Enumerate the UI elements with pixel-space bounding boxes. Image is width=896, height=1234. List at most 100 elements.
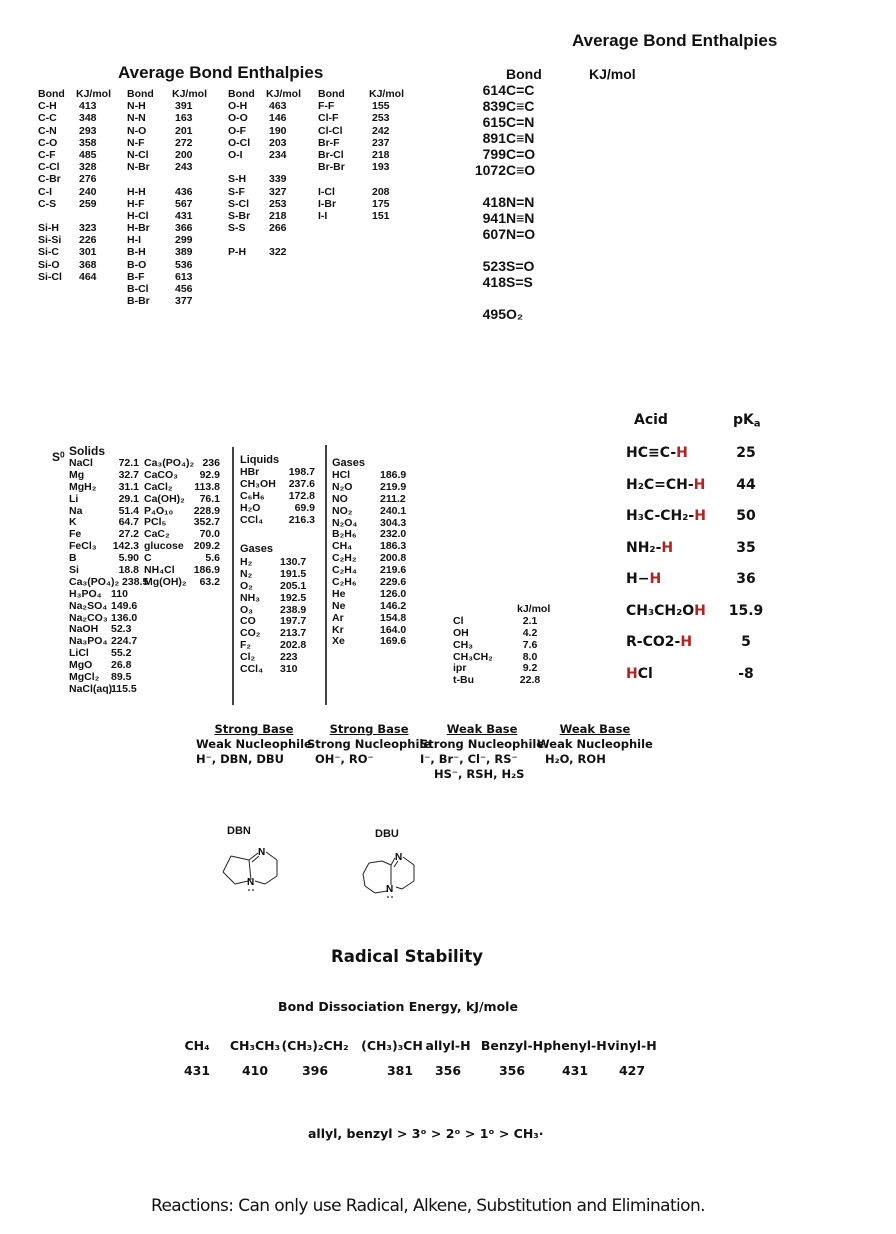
table-row: Li 29.1 Ca(OH)₂ 76.1 [69,492,229,506]
base-strength-heading: Strong Base [329,722,409,736]
entropy-value: 113.8 [194,480,220,493]
entropy-value: 219.9 [380,480,407,493]
entropy-value: 191.5 [280,567,307,580]
header-bond: Bond [318,88,345,100]
header-acid: Acid [634,412,668,428]
bond-value: 301 [79,246,97,259]
acid-formula: HC≡C-H [626,445,688,461]
bond-value: 323 [79,222,97,235]
bond-name: H-Br [127,222,150,235]
bond-name: O-I [228,148,243,161]
solids-block: NaCl 72.1 Ca₃(PO₄)₂ 236 Mg 32.7 CaCO₃ 92.9 MgH₂ 3… [69,457,229,696]
acidic-hydrogen: H [661,539,674,556]
bond-value: 293 [79,124,97,137]
dbn-label: DBN [227,825,251,837]
bond-value: 536 [175,258,193,271]
table-row: O₂ 205.1 [240,579,320,593]
bond-name: C-I [38,185,52,198]
bond-name: Si-O [38,258,60,271]
table-row: C₆H₆ 172.8 [240,490,320,503]
bond-name: Si-Cl [38,270,62,283]
acid-formula: NH₂-H [626,539,674,556]
bond-value: 276 [79,173,97,186]
acidic-hydrogen: H [694,602,706,619]
species: H₃PO₄ [69,587,102,600]
substituent: t-Bu [453,674,474,687]
bond-name: C-O [38,136,58,149]
bond-name: O-H [228,100,248,113]
solids-label: Solids [69,444,106,458]
species: CaCO₃ [144,468,179,481]
lone-pair-dot [248,889,250,891]
species: Ne [332,599,346,612]
bond-name: O-O [228,112,248,125]
gases-block: H₂ 130.7 N₂ 191.5 O₂ 205.1 NH₃ 192.5 O₃ 238.9 CO 19… [240,556,320,676]
table-row: Mg 32.7 CaCO₃ 92.9 [69,468,229,482]
bond-name: N≡N [506,210,535,226]
table-row: CCl₄ 216.3 [240,514,320,527]
table-row: NO 211.2 [332,493,417,506]
bond-name: Si-H [38,222,59,235]
bond-name: I-Cl [318,185,335,198]
substituent: Cl [453,614,464,627]
bond-value: 243 [175,161,193,174]
bond-name: S-S [228,222,246,235]
table-row: He 126.0 [332,588,417,601]
bond-value: 226 [79,234,97,247]
base-nucleophile-column: Weak Base Weak Nucleophile H₂O, ROH [537,722,653,767]
example-species: HS⁻, RSH, H₂S [434,767,525,781]
nucleophile-strength: Strong Nucleophile [420,737,545,751]
pka-value: 25 [736,445,756,461]
bond-name: H-F [127,197,145,210]
bond-value: 201 [175,124,193,137]
bde-value: 427 [618,1063,646,1078]
table-row: NH₃ 192.5 [240,592,320,605]
dbu-atom-n1: N [395,852,402,863]
bond-name: P-H [228,246,247,259]
entropy-symbol-letter: S [52,450,61,464]
bond-name: N-O [127,124,147,137]
bond-name: C≡C [506,98,535,114]
table-row: Xe 169.6 [332,636,417,648]
energy-value: 22.8 [519,674,541,687]
acidic-hydrogen: H [626,665,638,682]
table-row: NaCl(aq) 115.5 [69,682,229,696]
energy-value: 7.6 [522,638,538,651]
substituent: CH₃ [453,638,474,651]
bond-value: 495 [482,306,506,322]
bond-value: 463 [269,100,287,113]
bond-value: 253 [269,197,287,210]
entropy-value: 115.5 [111,682,137,695]
table-row: LiCl 55.2 [69,647,229,660]
bond-value: 941 [482,210,506,226]
species: Mg(OH)₂ [144,575,187,588]
entropy-value: 205.1 [280,579,307,592]
table-row: H₃PO₄ 110 [69,587,229,601]
species: CaCl₂ [144,480,173,493]
bond-value: 891 [482,130,506,146]
bond-name: C≡N [506,130,535,146]
example-species: H⁻, DBN, DBU [196,752,285,766]
pka-value: 36 [736,571,756,587]
header-bond: Bond [127,88,154,100]
header-value: KJ/mol [589,66,636,82]
nucleophile-strength: Strong Nucleophile [307,737,432,751]
table-row: Na₃PO₄ 224.7 [69,635,229,648]
acidic-hydrogen: H [694,508,706,524]
entropy-value: 69.9 [294,501,315,514]
header-pka-sub: a [753,418,761,430]
header-pka: pKa [733,412,761,430]
bond-value: 203 [269,136,287,149]
bond-name: N=O [506,226,536,242]
lone-pair-dot [252,889,254,891]
base-strength-heading: Weak Base [446,722,518,736]
bond-name: S=S [506,274,533,290]
bond-name: N=N [506,194,535,210]
bond-name: S-Cl [228,197,249,210]
entropy-value: 76.1 [199,492,220,505]
pka-value: 50 [736,508,756,524]
header-value: KJ/mol [172,88,208,100]
bond-name: N-F [127,136,145,149]
table-row: H₂O 69.9 [240,501,320,515]
entropy-value: 237.6 [288,477,315,490]
